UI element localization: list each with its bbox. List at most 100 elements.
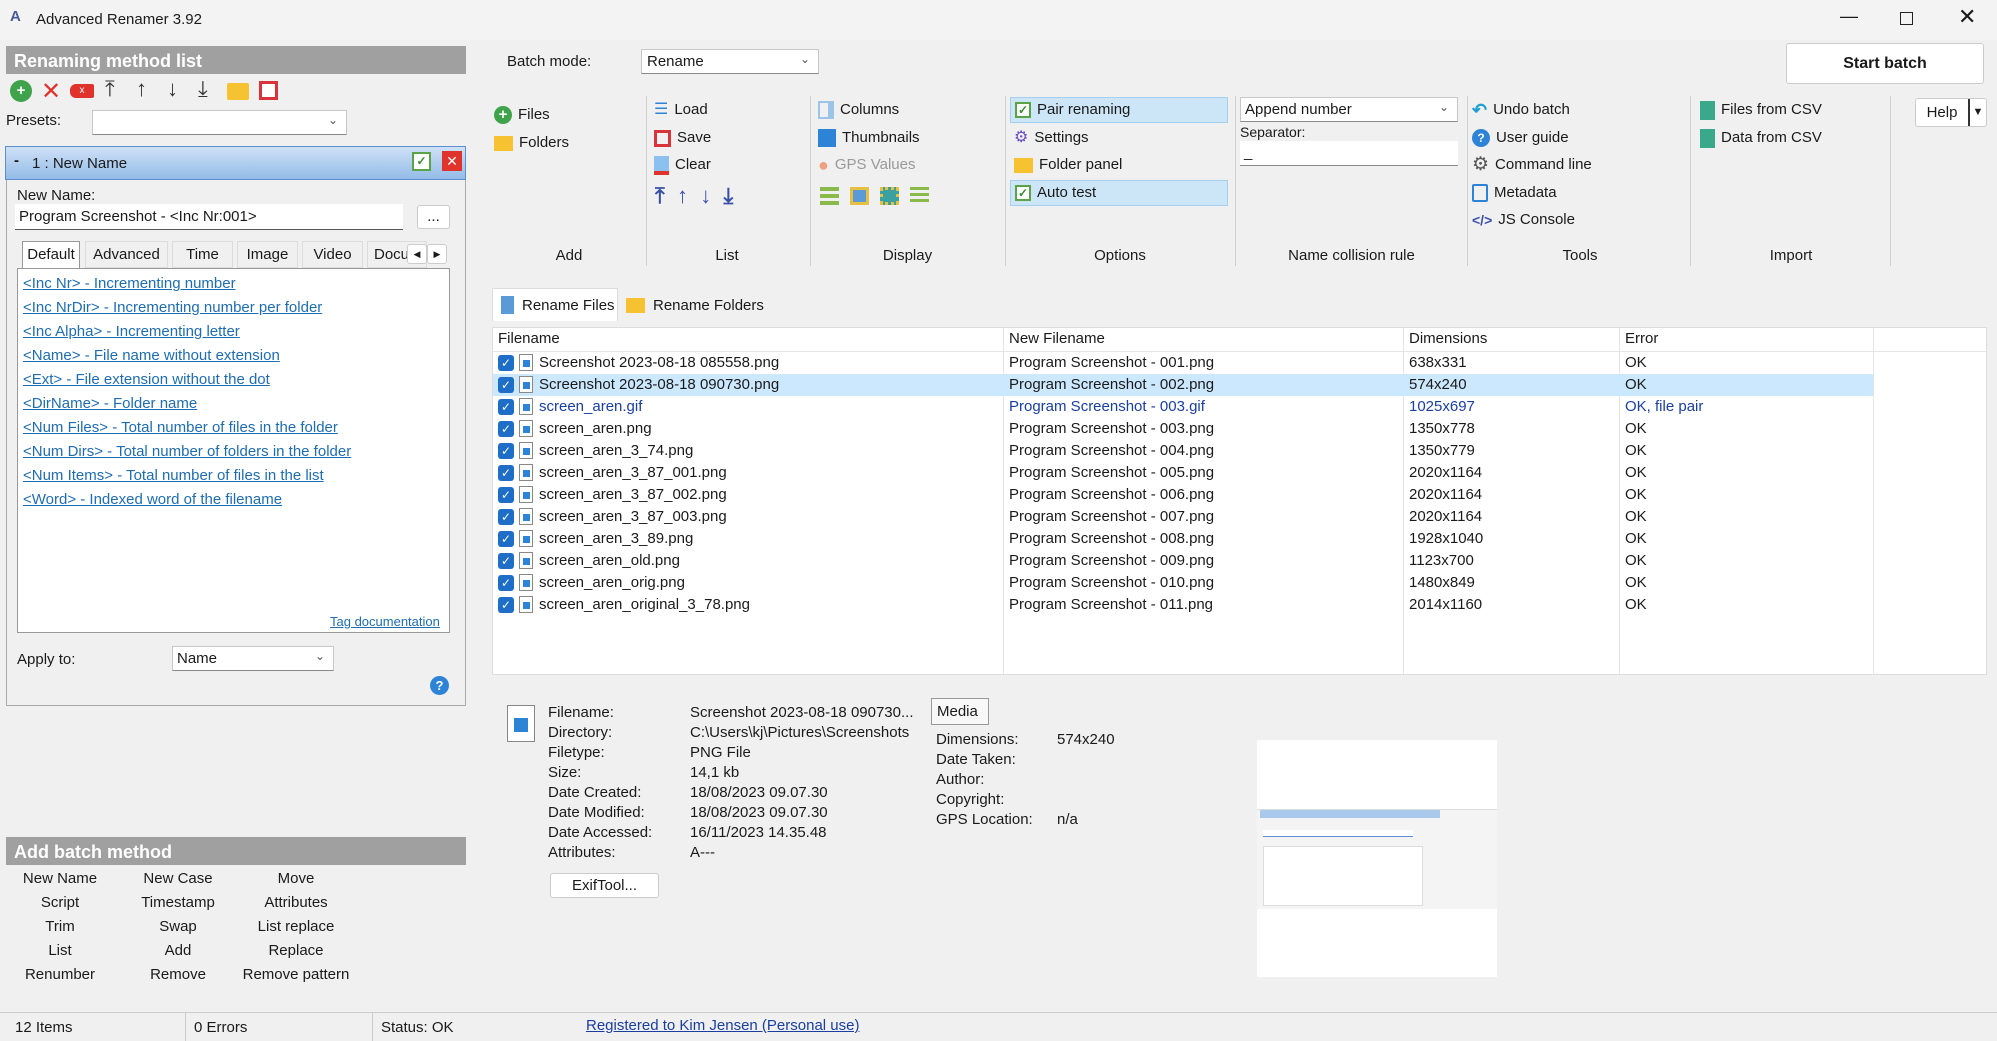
folder-panel-button[interactable]: Folder panel	[1014, 152, 1122, 178]
row-checkbox[interactable]: ✓	[498, 465, 514, 481]
tab-video[interactable]: Video	[302, 241, 363, 268]
table-row[interactable]: ✓ Screenshot 2023-08-18 085558.png Program…	[493, 352, 1986, 374]
table-row[interactable]: ✓ screen_aren_3_89.png Program Screenshot …	[493, 528, 1986, 550]
user-guide-button[interactable]: ? User guide	[1472, 125, 1569, 151]
list-clear-button[interactable]: Clear	[654, 152, 711, 178]
tab-rename-files[interactable]: Rename Files	[492, 288, 618, 321]
add-files-button[interactable]: + Files	[494, 102, 550, 128]
tag-link[interactable]: <Num Dirs> - Total number of folders in …	[23, 443, 351, 460]
minimize-icon[interactable]: —	[1840, 6, 1858, 27]
batch-method-renumber[interactable]: Renumber	[0, 966, 125, 983]
apply-to-dropdown[interactable]: Name ⌄	[172, 646, 334, 671]
move-top-icon[interactable]: ⤒	[655, 183, 665, 208]
command-line-button[interactable]: ⚙ Command line	[1472, 152, 1592, 178]
display-thumbnails-button[interactable]: Thumbnails	[818, 125, 920, 151]
table-row[interactable]: ✓ screen_aren_orig.png Program Screenshot …	[493, 572, 1986, 594]
table-row[interactable]: ✓ screen_aren.gif Program Screenshot - 003…	[493, 396, 1986, 418]
collision-rule-dropdown[interactable]: Append number ⌄	[1240, 97, 1458, 122]
table-row[interactable]: ✓ screen_aren_3_87_003.png Program Screens…	[493, 506, 1986, 528]
tag-link[interactable]: <DirName> - Folder name	[23, 395, 197, 412]
row-checkbox[interactable]: ✓	[498, 487, 514, 503]
row-checkbox[interactable]: ✓	[498, 509, 514, 525]
row-checkbox[interactable]: ✓	[498, 355, 514, 371]
help-icon[interactable]: ?	[430, 676, 449, 695]
batch-method-script[interactable]: Script	[0, 894, 125, 911]
add-folders-button[interactable]: Folders	[494, 130, 569, 156]
presets-dropdown[interactable]: ⌄	[92, 110, 347, 135]
row-checkbox[interactable]: ✓	[498, 553, 514, 569]
table-row[interactable]: ✓ Screenshot 2023-08-18 090730.png Program…	[493, 374, 1873, 396]
batch-method-new-name[interactable]: New Name	[0, 870, 125, 887]
move-down-icon[interactable]: ↓	[167, 76, 178, 102]
undo-batch-button[interactable]: ↶ Undo batch	[1472, 97, 1570, 123]
js-console-button[interactable]: </> JS Console	[1472, 207, 1575, 233]
tag-link[interactable]: <Inc NrDir> - Incrementing number per fo…	[23, 299, 322, 316]
batch-method-timestamp[interactable]: Timestamp	[113, 894, 243, 911]
tag-link[interactable]: <Num Files> - Total number of files in t…	[23, 419, 338, 436]
method-enabled-checkbox[interactable]: ✓	[412, 152, 431, 171]
row-checkbox[interactable]: ✓	[498, 575, 514, 591]
row-checkbox[interactable]: ✓	[498, 421, 514, 437]
batch-method-move[interactable]: Move	[231, 870, 361, 887]
open-folder-icon[interactable]	[227, 83, 249, 100]
table-row[interactable]: ✓ screen_aren.png Program Screenshot - 003…	[493, 418, 1986, 440]
delete-icon[interactable]: ✕	[41, 77, 61, 106]
batch-mode-dropdown[interactable]: Rename ⌄	[641, 49, 819, 74]
view-list-icon[interactable]	[820, 187, 839, 205]
files-from-csv-button[interactable]: Files from CSV	[1700, 97, 1822, 123]
help-button[interactable]: Help ▼	[1915, 98, 1987, 127]
tag-picker-button[interactable]: ...	[417, 205, 450, 229]
list-load-button[interactable]: ☰ Load	[654, 97, 708, 123]
caret-down-icon[interactable]: ▼	[1968, 99, 1986, 126]
batch-method-attributes[interactable]: Attributes	[231, 894, 361, 911]
move-bottom-icon[interactable]: ⤓	[723, 183, 733, 208]
method-header[interactable]: - 1 : New Name ✓ ✕	[5, 146, 466, 180]
settings-button[interactable]: ⚙ Settings	[1014, 125, 1089, 151]
maximize-icon[interactable]	[1900, 12, 1913, 25]
start-batch-button[interactable]: Start batch	[1786, 43, 1984, 84]
list-save-button[interactable]: Save	[654, 125, 711, 151]
move-bottom-icon[interactable]: ⤓	[198, 76, 208, 102]
batch-method-swap[interactable]: Swap	[113, 918, 243, 935]
table-row[interactable]: ✓ screen_aren_3_87_002.png Program Screens…	[493, 484, 1986, 506]
method-remove-icon[interactable]: ✕	[442, 151, 462, 171]
move-up-icon[interactable]: ↑	[677, 183, 688, 208]
batch-method-remove-pattern[interactable]: Remove pattern	[231, 966, 361, 983]
table-row[interactable]: ✓ screen_aren_original_3_78.png Program Sc…	[493, 594, 1986, 616]
table-row[interactable]: ✓ screen_aren_3_74.png Program Screenshot …	[493, 440, 1986, 462]
move-up-icon[interactable]: ↑	[136, 76, 147, 102]
column-header-dimensions[interactable]: Dimensions	[1409, 328, 1487, 350]
data-from-csv-button[interactable]: Data from CSV	[1700, 125, 1822, 151]
table-row[interactable]: ✓ screen_aren_3_87_001.png Program Screens…	[493, 462, 1986, 484]
tab-rename-folders[interactable]: Rename Folders	[622, 290, 764, 321]
tag-link[interactable]: <Num Items> - Total number of files in t…	[23, 467, 324, 484]
tab-time[interactable]: Time	[172, 241, 233, 268]
tab-default[interactable]: Default	[22, 241, 80, 268]
display-gps-button[interactable]: ● GPS Values	[818, 152, 915, 178]
exiftool-button[interactable]: ExifTool...	[550, 873, 659, 898]
tab-scroll-left-icon[interactable]: ◀	[407, 244, 427, 264]
row-checkbox[interactable]: ✓	[498, 443, 514, 459]
row-checkbox[interactable]: ✓	[498, 399, 514, 415]
close-icon[interactable]: ✕	[1958, 4, 1976, 30]
batch-method-add[interactable]: Add	[113, 942, 243, 959]
batch-method-trim[interactable]: Trim	[0, 918, 125, 935]
collapse-icon[interactable]: -	[14, 152, 19, 169]
table-row[interactable]: ✓ screen_aren_old.png Program Screenshot -…	[493, 550, 1986, 572]
batch-method-list-replace[interactable]: List replace	[231, 918, 361, 935]
add-icon[interactable]: +	[10, 80, 32, 102]
move-down-icon[interactable]: ↓	[700, 183, 711, 208]
new-name-input[interactable]: Program Screenshot - <Inc Nr:001>	[15, 204, 403, 230]
pair-renaming-toggle[interactable]: ✓ Pair renaming	[1010, 97, 1228, 123]
column-header-new-filename[interactable]: New Filename	[1009, 328, 1105, 350]
display-columns-button[interactable]: Columns	[818, 97, 899, 123]
batch-method-remove[interactable]: Remove	[113, 966, 243, 983]
row-checkbox[interactable]: ✓	[498, 597, 514, 613]
column-header-error[interactable]: Error	[1625, 328, 1658, 350]
registration-link[interactable]: Registered to Kim Jensen (Personal use)	[586, 1017, 859, 1034]
tab-scroll-right-icon[interactable]: ▶	[427, 244, 447, 264]
tab-advanced[interactable]: Advanced	[85, 241, 168, 268]
move-top-icon[interactable]: ⤒	[105, 76, 115, 102]
clear-icon[interactable]: x	[70, 84, 94, 98]
auto-test-toggle[interactable]: ✓ Auto test	[1010, 180, 1228, 206]
